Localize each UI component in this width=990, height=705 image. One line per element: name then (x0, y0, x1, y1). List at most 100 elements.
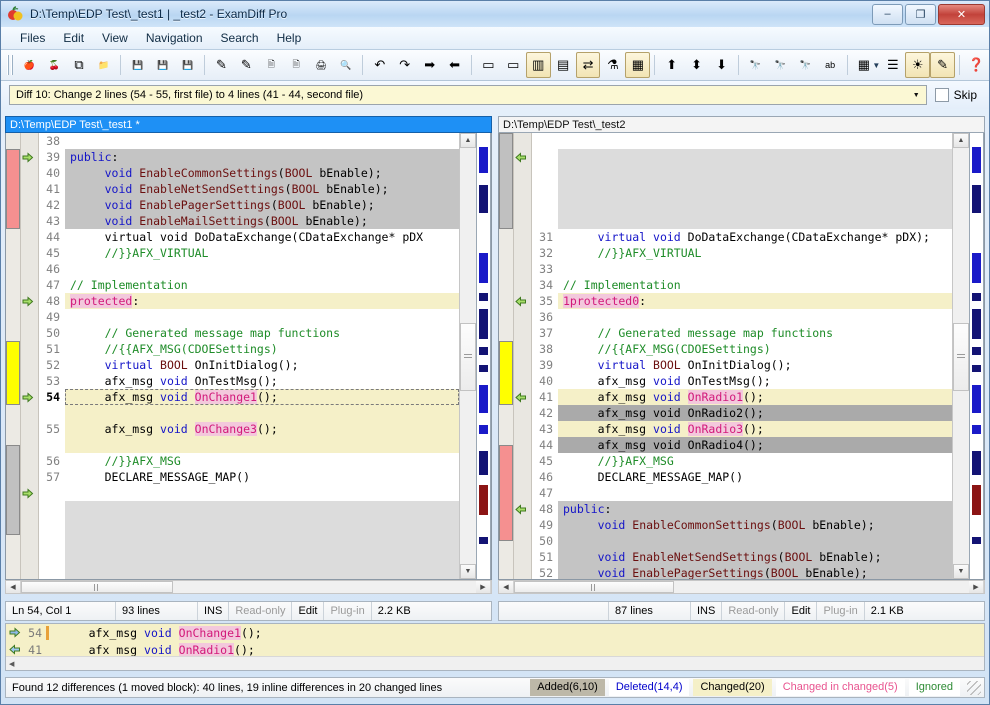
code-line[interactable]: 47 (532, 485, 952, 501)
left-scroll-down-button[interactable]: ▼ (460, 564, 476, 579)
code-line[interactable]: 43 void EnableMailSettings(BOOL bEnable)… (39, 213, 459, 229)
left-hscroll-left-button[interactable]: ◀ (6, 581, 21, 593)
left-plugin-indicator[interactable]: Plug-in (324, 602, 371, 620)
overview-diff-mark[interactable] (479, 147, 488, 173)
code-line[interactable] (532, 165, 952, 181)
code-line[interactable]: 56 //}}AFX_MSG (39, 453, 459, 469)
left-code-area[interactable]: 3839public:40 void EnableCommonSettings(… (39, 133, 459, 579)
left-scroll-thumb[interactable] (460, 323, 476, 391)
toolbar-grip[interactable] (7, 55, 13, 75)
right-plugin-indicator[interactable]: Plug-in (817, 602, 864, 620)
right-insert-mode[interactable]: INS (691, 602, 722, 620)
save-as-icon[interactable]: 💾 (175, 52, 200, 78)
overview-diff-mark[interactable] (972, 385, 981, 413)
code-line[interactable]: 38 (39, 133, 459, 149)
code-line[interactable] (532, 181, 952, 197)
copy-diff-right-arrow-icon[interactable] (22, 392, 34, 403)
overview-diff-mark[interactable] (479, 451, 488, 475)
left-diff-markers[interactable] (21, 133, 39, 579)
code-line[interactable] (39, 405, 459, 421)
code-line[interactable] (39, 565, 459, 579)
overview-diff-mark[interactable] (972, 253, 981, 283)
copy-diff-right-arrow-icon[interactable] (22, 152, 34, 163)
find-icon[interactable]: 🔭 (743, 52, 768, 78)
code-line[interactable]: 46 DECLARE_MESSAGE_MAP() (532, 469, 952, 485)
code-line[interactable]: 42 afx_msg void OnRadio2(); (532, 405, 952, 421)
menu-edit[interactable]: Edit (54, 29, 93, 47)
change-bar-segment[interactable] (6, 149, 20, 229)
copy-diff-left-arrow-icon[interactable] (515, 392, 527, 403)
overview-diff-mark[interactable] (972, 293, 981, 301)
show-added-icon[interactable]: ▭ (476, 52, 501, 78)
left-horizontal-scrollbar[interactable]: ◀ ▶ (5, 580, 492, 594)
diff-detail-right-arrow-icon[interactable] (6, 627, 23, 638)
view-mode-dropdown-icon[interactable]: ▼ (872, 61, 880, 70)
left-vertical-scrollbar[interactable]: ▲ ▼ (459, 133, 476, 579)
copy-diff-right-arrow-icon[interactable] (22, 488, 34, 499)
right-code-area[interactable]: 31 virtual void DoDataExchange(CDataExch… (532, 133, 952, 579)
code-line[interactable] (532, 213, 952, 229)
replace-icon[interactable]: ab (818, 52, 843, 78)
right-hscroll-left-button[interactable]: ◀ (499, 581, 514, 593)
code-line[interactable]: 45 //}}AFX_MSG (532, 453, 952, 469)
menu-navigation[interactable]: Navigation (137, 29, 212, 47)
right-hscroll-track[interactable] (514, 581, 969, 593)
change-bar-segment[interactable] (6, 229, 20, 341)
code-line[interactable]: 57 DECLARE_MESSAGE_MAP() (39, 469, 459, 485)
overview-diff-mark[interactable] (972, 537, 981, 544)
editor-options-icon[interactable]: ✎ (930, 52, 955, 78)
skip-control[interactable]: Skip (935, 88, 981, 102)
sync-scroll-icon[interactable]: ⇄ (576, 52, 601, 78)
copy-diff-left-arrow-icon[interactable] (515, 296, 527, 307)
redo-icon[interactable]: ↷ (392, 52, 417, 78)
resize-grip-icon[interactable] (967, 681, 981, 695)
right-hscroll-right-button[interactable]: ▶ (969, 581, 984, 593)
code-line[interactable]: 31 virtual void DoDataExchange(CDataExch… (532, 229, 952, 245)
save-left-icon[interactable]: 💾 (125, 52, 150, 78)
overview-diff-mark[interactable] (972, 347, 981, 355)
change-bar-segment[interactable] (499, 341, 513, 405)
menu-help[interactable]: Help (268, 29, 311, 47)
code-line[interactable]: 52 virtual BOOL OnInitDialog(); (39, 357, 459, 373)
left-hscroll-right-button[interactable]: ▶ (476, 581, 491, 593)
copy-diff-left-arrow-icon[interactable] (515, 152, 527, 163)
overview-diff-mark[interactable] (479, 385, 488, 413)
code-line[interactable] (39, 437, 459, 453)
diff-selector-combo[interactable]: Diff 10: Change 2 lines (54 - 55, first … (9, 85, 927, 105)
menu-view[interactable]: View (93, 29, 137, 47)
print-icon[interactable]: 🖨 (309, 52, 334, 78)
diff-detail-horizontal-scrollbar[interactable]: ◀ (6, 656, 984, 670)
code-line[interactable]: 50 (532, 533, 952, 549)
menu-files[interactable]: Files (11, 29, 54, 47)
code-line[interactable]: 33 (532, 261, 952, 277)
show-deleted-icon[interactable]: ▭ (501, 52, 526, 78)
maximize-button[interactable]: ❐ (905, 4, 936, 25)
code-line[interactable]: 42 void EnablePagerSettings(BOOL bEnable… (39, 197, 459, 213)
save-report-html-icon[interactable]: 🗎 (284, 52, 309, 78)
code-line[interactable]: 32 //}}AFX_VIRTUAL (532, 245, 952, 261)
legend-added[interactable]: Added(6,10) (530, 679, 605, 696)
change-bar-segment[interactable] (6, 445, 20, 535)
right-hscroll-thumb[interactable] (514, 581, 674, 593)
right-scroll-up-button[interactable]: ▲ (953, 133, 969, 148)
legend-changed[interactable]: Changed(20) (693, 679, 771, 696)
code-line[interactable] (39, 533, 459, 549)
legend-ignored[interactable]: Ignored (909, 679, 960, 696)
code-line[interactable]: 48public: (532, 501, 952, 517)
change-bar-segment[interactable] (499, 229, 513, 341)
change-bar-segment[interactable] (499, 405, 513, 445)
code-line[interactable] (532, 133, 952, 149)
overview-diff-mark[interactable] (479, 293, 488, 301)
right-readonly-toggle[interactable]: Read-only (722, 602, 785, 620)
code-line[interactable]: 40 void EnableCommonSettings(BOOL bEnabl… (39, 165, 459, 181)
minimize-button[interactable]: – (872, 4, 903, 25)
code-line[interactable]: 351protected0: (532, 293, 952, 309)
code-line[interactable]: 38 //{{AFX_MSG(CDOESettings) (532, 341, 952, 357)
overview-diff-mark[interactable] (479, 253, 488, 283)
overview-diff-mark[interactable] (479, 347, 488, 355)
legend-changed-in-changed[interactable]: Changed in changed(5) (776, 679, 905, 696)
help-icon[interactable]: ❓ (964, 52, 989, 78)
right-change-bar[interactable] (499, 133, 514, 579)
left-change-bar[interactable] (6, 133, 21, 579)
code-line[interactable]: 47// Implementation (39, 277, 459, 293)
